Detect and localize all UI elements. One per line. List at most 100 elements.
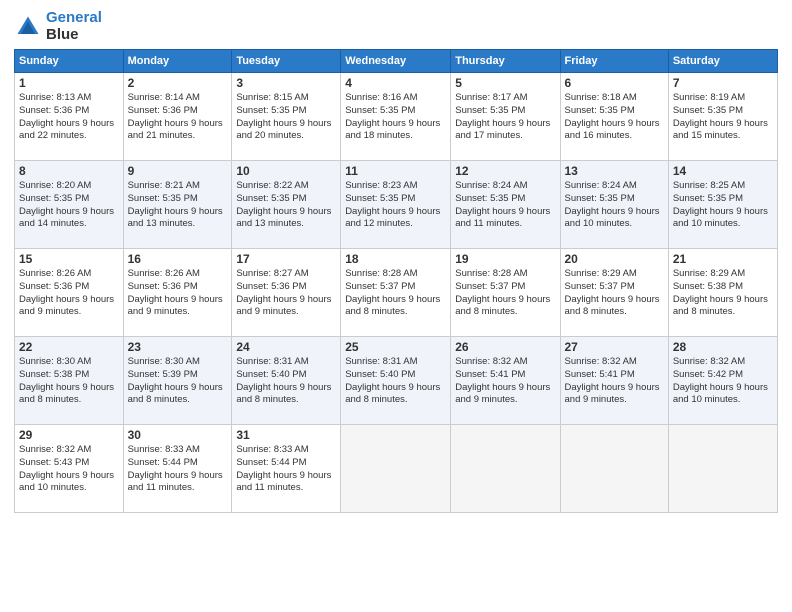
day-info: Sunrise: 8:15 AMSunset: 5:35 PMDaylight … [236, 92, 336, 143]
day-info: Sunrise: 8:32 AMSunset: 5:41 PMDaylight … [455, 356, 555, 407]
day-number: 19 [455, 252, 555, 266]
calendar-cell: 21 Sunrise: 8:29 AMSunset: 5:38 PMDaylig… [668, 249, 777, 337]
day-number: 16 [128, 252, 228, 266]
day-info: Sunrise: 8:13 AMSunset: 5:36 PMDaylight … [19, 92, 119, 143]
day-number: 6 [565, 76, 664, 90]
day-info: Sunrise: 8:32 AMSunset: 5:43 PMDaylight … [19, 444, 119, 495]
calendar-cell: 20 Sunrise: 8:29 AMSunset: 5:37 PMDaylig… [560, 249, 668, 337]
day-info: Sunrise: 8:22 AMSunset: 5:35 PMDaylight … [236, 180, 336, 231]
calendar-weekday-wednesday: Wednesday [341, 50, 451, 73]
day-info: Sunrise: 8:31 AMSunset: 5:40 PMDaylight … [345, 356, 446, 407]
day-number: 30 [128, 428, 228, 442]
day-number: 7 [673, 76, 773, 90]
calendar-weekday-tuesday: Tuesday [232, 50, 341, 73]
day-number: 1 [19, 76, 119, 90]
day-number: 29 [19, 428, 119, 442]
calendar-cell: 24 Sunrise: 8:31 AMSunset: 5:40 PMDaylig… [232, 337, 341, 425]
day-number: 26 [455, 340, 555, 354]
day-number: 3 [236, 76, 336, 90]
day-info: Sunrise: 8:27 AMSunset: 5:36 PMDaylight … [236, 268, 336, 319]
day-number: 24 [236, 340, 336, 354]
day-info: Sunrise: 8:28 AMSunset: 5:37 PMDaylight … [345, 268, 446, 319]
calendar-cell: 31 Sunrise: 8:33 AMSunset: 5:44 PMDaylig… [232, 425, 341, 513]
day-info: Sunrise: 8:14 AMSunset: 5:36 PMDaylight … [128, 92, 228, 143]
day-number: 25 [345, 340, 446, 354]
day-number: 13 [565, 164, 664, 178]
day-number: 20 [565, 252, 664, 266]
day-number: 17 [236, 252, 336, 266]
page-container: General Blue SundayMondayTuesdayWednesda… [0, 0, 792, 612]
day-number: 18 [345, 252, 446, 266]
header: General Blue [14, 10, 778, 43]
day-info: Sunrise: 8:26 AMSunset: 5:36 PMDaylight … [128, 268, 228, 319]
day-info: Sunrise: 8:17 AMSunset: 5:35 PMDaylight … [455, 92, 555, 143]
calendar-cell: 22 Sunrise: 8:30 AMSunset: 5:38 PMDaylig… [15, 337, 124, 425]
day-number: 27 [565, 340, 664, 354]
calendar-weekday-friday: Friday [560, 50, 668, 73]
calendar-week-1: 1 Sunrise: 8:13 AMSunset: 5:36 PMDayligh… [15, 73, 778, 161]
calendar-cell: 7 Sunrise: 8:19 AMSunset: 5:35 PMDayligh… [668, 73, 777, 161]
day-info: Sunrise: 8:32 AMSunset: 5:42 PMDaylight … [673, 356, 773, 407]
day-info: Sunrise: 8:28 AMSunset: 5:37 PMDaylight … [455, 268, 555, 319]
day-number: 23 [128, 340, 228, 354]
calendar-table: SundayMondayTuesdayWednesdayThursdayFrid… [14, 49, 778, 513]
day-info: Sunrise: 8:16 AMSunset: 5:35 PMDaylight … [345, 92, 446, 143]
logo: General Blue [14, 10, 102, 43]
calendar-week-3: 15 Sunrise: 8:26 AMSunset: 5:36 PMDaylig… [15, 249, 778, 337]
day-number: 21 [673, 252, 773, 266]
calendar-week-2: 8 Sunrise: 8:20 AMSunset: 5:35 PMDayligh… [15, 161, 778, 249]
day-info: Sunrise: 8:20 AMSunset: 5:35 PMDaylight … [19, 180, 119, 231]
calendar-cell: 1 Sunrise: 8:13 AMSunset: 5:36 PMDayligh… [15, 73, 124, 161]
day-info: Sunrise: 8:30 AMSunset: 5:39 PMDaylight … [128, 356, 228, 407]
day-info: Sunrise: 8:29 AMSunset: 5:37 PMDaylight … [565, 268, 664, 319]
calendar-cell: 28 Sunrise: 8:32 AMSunset: 5:42 PMDaylig… [668, 337, 777, 425]
day-number: 9 [128, 164, 228, 178]
calendar-cell: 5 Sunrise: 8:17 AMSunset: 5:35 PMDayligh… [451, 73, 560, 161]
logo-text: General Blue [46, 10, 102, 43]
logo-icon [14, 13, 42, 41]
day-number: 11 [345, 164, 446, 178]
calendar-weekday-monday: Monday [123, 50, 232, 73]
day-number: 8 [19, 164, 119, 178]
calendar-cell: 30 Sunrise: 8:33 AMSunset: 5:44 PMDaylig… [123, 425, 232, 513]
calendar-cell: 27 Sunrise: 8:32 AMSunset: 5:41 PMDaylig… [560, 337, 668, 425]
calendar-cell: 6 Sunrise: 8:18 AMSunset: 5:35 PMDayligh… [560, 73, 668, 161]
day-number: 22 [19, 340, 119, 354]
calendar-cell: 9 Sunrise: 8:21 AMSunset: 5:35 PMDayligh… [123, 161, 232, 249]
calendar-cell: 18 Sunrise: 8:28 AMSunset: 5:37 PMDaylig… [341, 249, 451, 337]
calendar-cell: 10 Sunrise: 8:22 AMSunset: 5:35 PMDaylig… [232, 161, 341, 249]
day-number: 15 [19, 252, 119, 266]
calendar-cell: 14 Sunrise: 8:25 AMSunset: 5:35 PMDaylig… [668, 161, 777, 249]
calendar-cell: 16 Sunrise: 8:26 AMSunset: 5:36 PMDaylig… [123, 249, 232, 337]
calendar-cell: 17 Sunrise: 8:27 AMSunset: 5:36 PMDaylig… [232, 249, 341, 337]
day-info: Sunrise: 8:33 AMSunset: 5:44 PMDaylight … [236, 444, 336, 495]
day-number: 5 [455, 76, 555, 90]
calendar-weekday-thursday: Thursday [451, 50, 560, 73]
calendar-week-4: 22 Sunrise: 8:30 AMSunset: 5:38 PMDaylig… [15, 337, 778, 425]
day-info: Sunrise: 8:29 AMSunset: 5:38 PMDaylight … [673, 268, 773, 319]
calendar-cell: 23 Sunrise: 8:30 AMSunset: 5:39 PMDaylig… [123, 337, 232, 425]
calendar-cell: 8 Sunrise: 8:20 AMSunset: 5:35 PMDayligh… [15, 161, 124, 249]
calendar-cell: 19 Sunrise: 8:28 AMSunset: 5:37 PMDaylig… [451, 249, 560, 337]
day-number: 12 [455, 164, 555, 178]
day-info: Sunrise: 8:23 AMSunset: 5:35 PMDaylight … [345, 180, 446, 231]
day-info: Sunrise: 8:24 AMSunset: 5:35 PMDaylight … [455, 180, 555, 231]
calendar-cell: 26 Sunrise: 8:32 AMSunset: 5:41 PMDaylig… [451, 337, 560, 425]
day-info: Sunrise: 8:18 AMSunset: 5:35 PMDaylight … [565, 92, 664, 143]
day-number: 10 [236, 164, 336, 178]
day-info: Sunrise: 8:19 AMSunset: 5:35 PMDaylight … [673, 92, 773, 143]
calendar-cell: 13 Sunrise: 8:24 AMSunset: 5:35 PMDaylig… [560, 161, 668, 249]
day-number: 28 [673, 340, 773, 354]
calendar-cell [668, 425, 777, 513]
calendar-weekday-sunday: Sunday [15, 50, 124, 73]
calendar-cell [451, 425, 560, 513]
calendar-cell: 15 Sunrise: 8:26 AMSunset: 5:36 PMDaylig… [15, 249, 124, 337]
day-info: Sunrise: 8:21 AMSunset: 5:35 PMDaylight … [128, 180, 228, 231]
day-info: Sunrise: 8:25 AMSunset: 5:35 PMDaylight … [673, 180, 773, 231]
calendar-cell: 2 Sunrise: 8:14 AMSunset: 5:36 PMDayligh… [123, 73, 232, 161]
calendar-cell: 12 Sunrise: 8:24 AMSunset: 5:35 PMDaylig… [451, 161, 560, 249]
calendar-header-row: SundayMondayTuesdayWednesdayThursdayFrid… [15, 50, 778, 73]
day-info: Sunrise: 8:32 AMSunset: 5:41 PMDaylight … [565, 356, 664, 407]
calendar-cell: 29 Sunrise: 8:32 AMSunset: 5:43 PMDaylig… [15, 425, 124, 513]
calendar-weekday-saturday: Saturday [668, 50, 777, 73]
